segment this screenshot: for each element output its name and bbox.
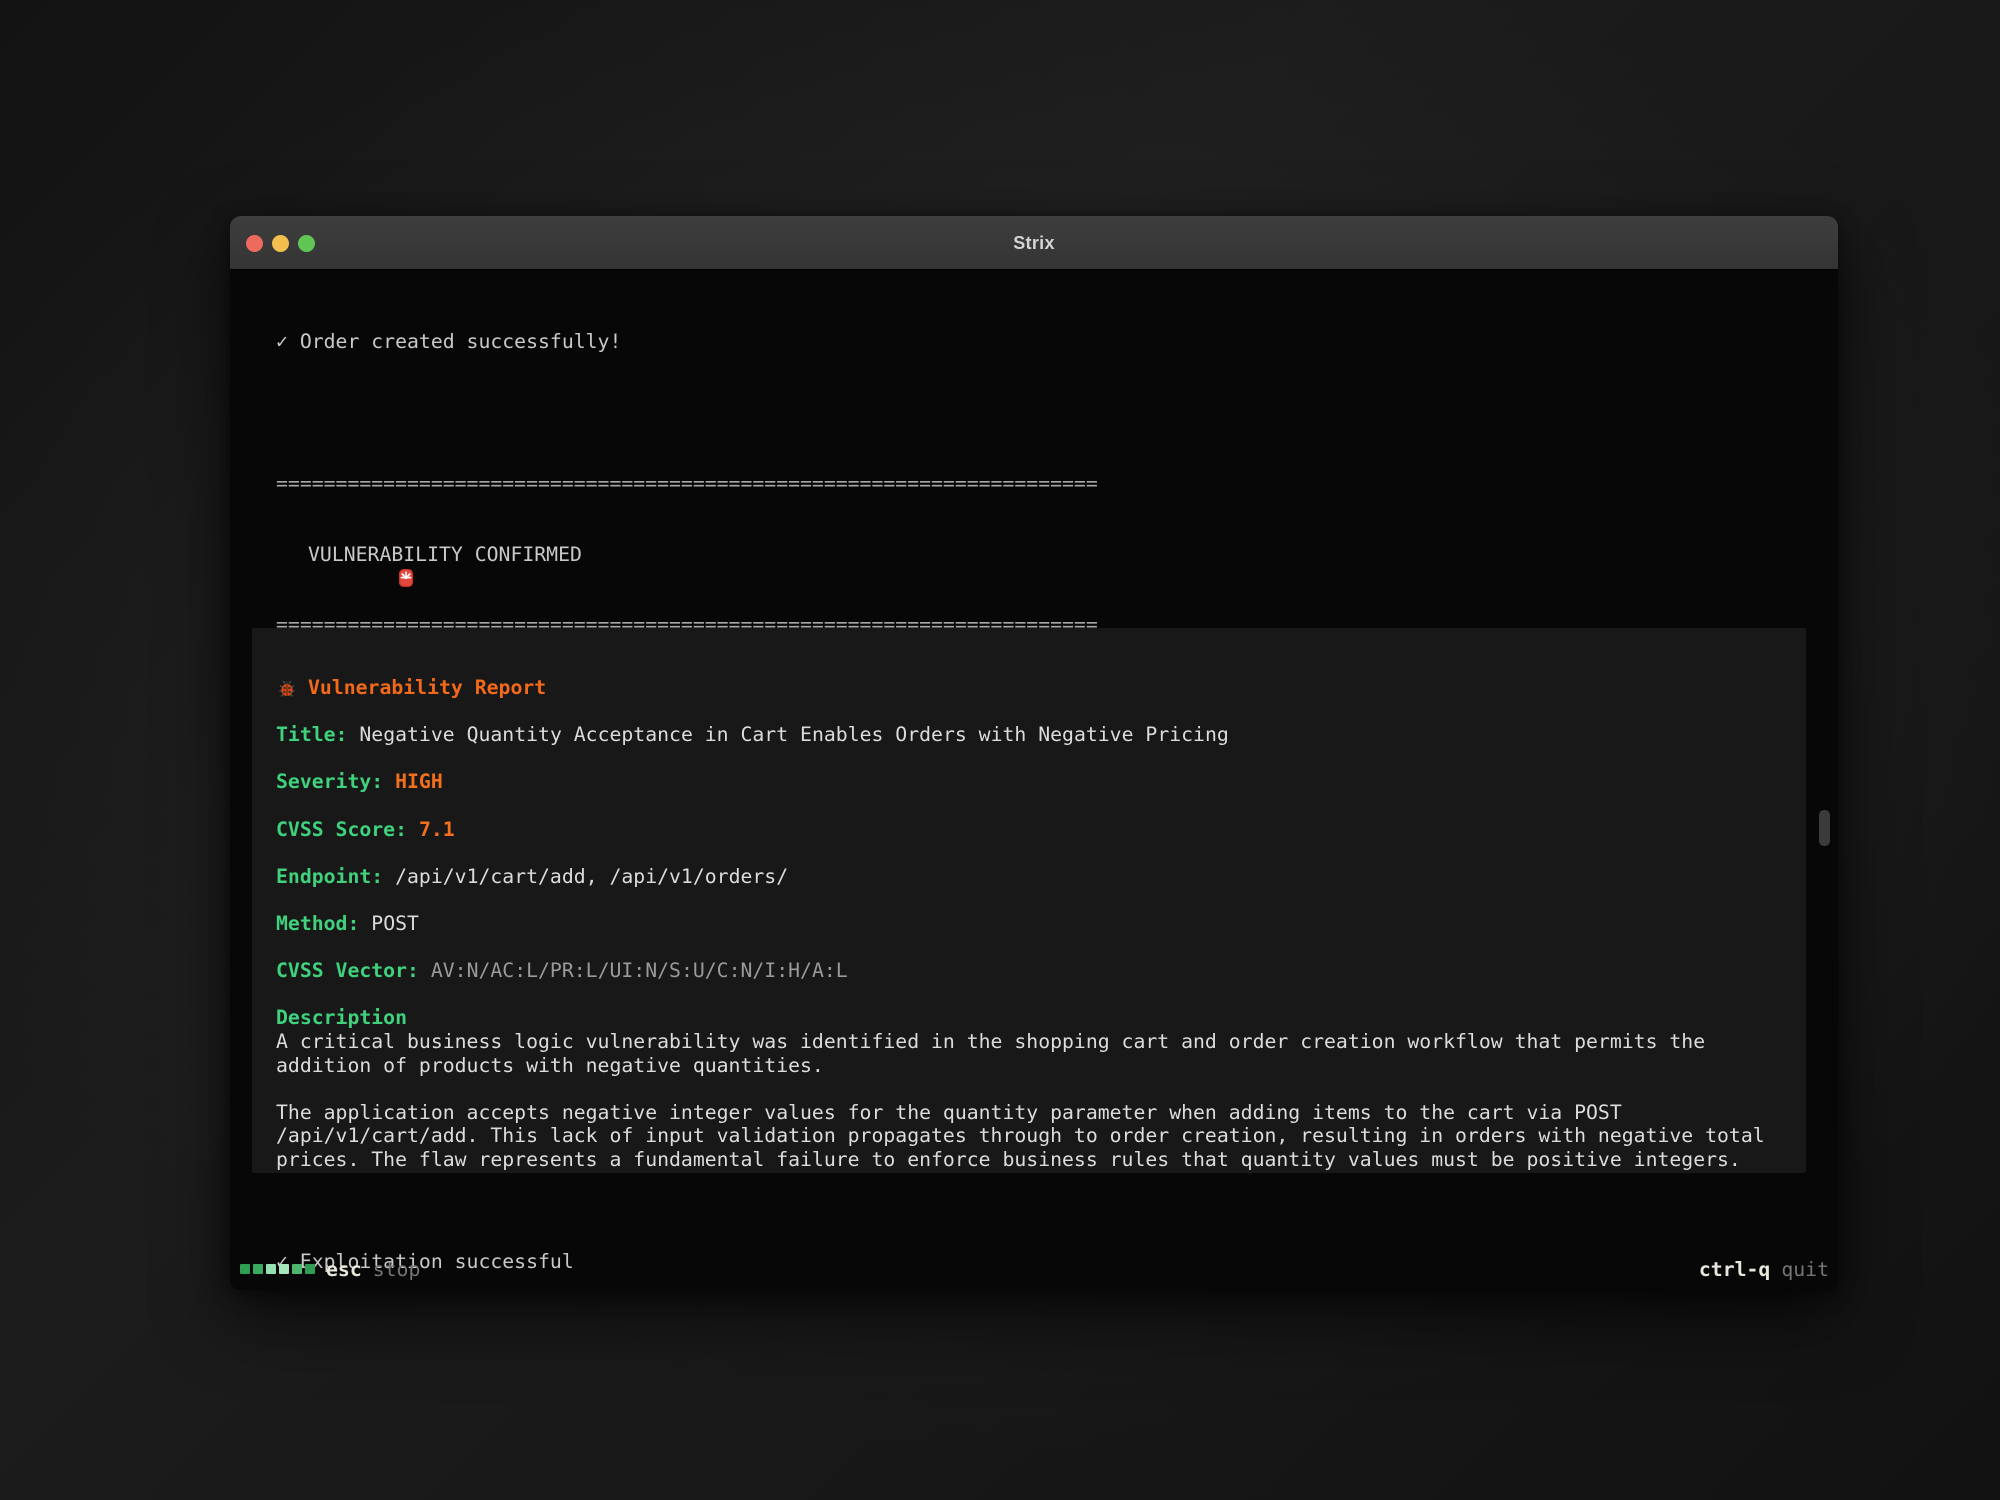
separator-line: ========================================…: [276, 472, 1098, 496]
status-bar: esc stop ctrl-q quit: [240, 1256, 1829, 1282]
vuln-confirmed-heading: VULNERABILITY CONFIRMED: [308, 543, 582, 567]
siren-icon: [276, 543, 298, 565]
report-field-severity: Severity: HIGH: [276, 770, 1782, 794]
report-field-method: Method: POST: [276, 912, 1782, 936]
report-field-cvss-vector: CVSS Vector: AV:N/AC:L/PR:L/UI:N/S:U/C:N…: [276, 959, 1782, 983]
report-field-title: Title: Negative Quantity Acceptance in C…: [276, 723, 1782, 747]
order-success-message: ✓ Order created successfully!: [276, 330, 1098, 354]
esc-key-hint[interactable]: esc: [326, 1258, 362, 1281]
vulnerability-report-panel: Vulnerability Report Title: Negative Qua…: [252, 628, 1806, 1173]
report-title: Vulnerability Report: [308, 676, 546, 700]
window-titlebar[interactable]: Strix: [230, 216, 1838, 270]
report-description: Description A critical business logic vu…: [276, 1006, 1782, 1171]
stop-action-label: stop: [373, 1258, 421, 1281]
description-heading: Description: [276, 1006, 1782, 1030]
severity-badge: HIGH: [395, 770, 443, 793]
report-field-endpoint: Endpoint: /api/v1/cart/add, /api/v1/orde…: [276, 865, 1782, 889]
bug-icon: [276, 677, 298, 699]
scrollbar-thumb[interactable]: [1819, 810, 1830, 846]
description-paragraph-2: The application accepts negative integer…: [276, 1101, 1778, 1172]
quit-action-label: quit: [1781, 1258, 1829, 1281]
activity-spinner: [240, 1264, 315, 1274]
description-paragraph-1: A critical business logic vulnerability …: [276, 1030, 1778, 1077]
strix-window: Strix ✓ Order created successfully! ====…: [230, 216, 1838, 1290]
report-field-cvss-score: CVSS Score: 7.1: [276, 818, 1782, 842]
terminal-content: ✓ Order created successfully! ==========…: [230, 270, 1838, 1290]
window-title: Strix: [230, 216, 1838, 270]
ctrl-q-key-hint[interactable]: ctrl-q: [1699, 1258, 1770, 1281]
